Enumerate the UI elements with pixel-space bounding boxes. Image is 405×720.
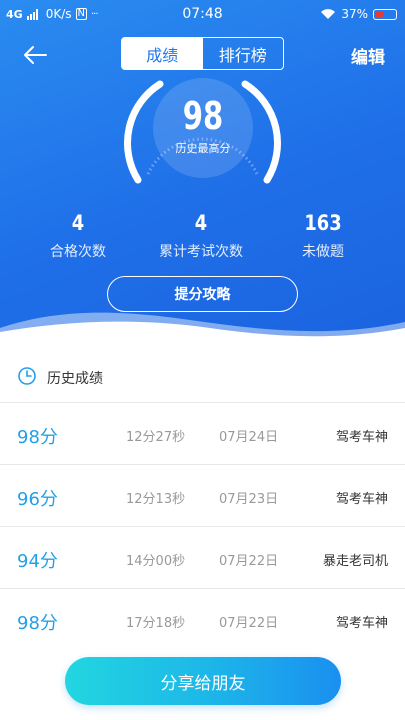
stat-undone-label: 未做题 xyxy=(302,244,344,260)
row-duration: 12分27秒 xyxy=(126,430,186,445)
status-bar: 4G 0K/s N ··· 07:48 37% xyxy=(0,0,405,30)
stat-total-exams-label: 累计考试次数 xyxy=(159,244,243,260)
row-date: 07月23日 xyxy=(219,492,279,507)
row-score: 94分 xyxy=(17,551,58,572)
wifi-icon xyxy=(321,9,336,19)
stat-passed-label: 合格次数 xyxy=(50,244,106,260)
tab-scores[interactable]: 成绩 xyxy=(122,38,203,69)
row-duration: 12分13秒 xyxy=(126,492,186,507)
row-title: 驾考车神 xyxy=(335,430,388,445)
clock-icon xyxy=(18,367,36,385)
battery-percent: 37% xyxy=(341,7,368,21)
row-date: 07月22日 xyxy=(219,554,279,569)
row-title: 暴走老司机 xyxy=(322,554,388,569)
row-score: 96分 xyxy=(17,489,58,510)
stat-total-exams: 4 累计考试次数 xyxy=(145,210,257,261)
row-date: 07月22日 xyxy=(219,616,279,631)
wave-divider xyxy=(0,312,405,345)
back-arrow-icon[interactable] xyxy=(20,40,50,70)
history-row[interactable]: 94分 14分00秒 07月22日 暴走老司机 xyxy=(0,526,405,588)
best-score: 98 xyxy=(182,94,224,138)
share-button[interactable]: 分享给朋友 xyxy=(65,657,341,705)
row-score: 98分 xyxy=(17,427,58,448)
row-date: 07月24日 xyxy=(219,430,279,445)
stat-total-exams-value: 4 xyxy=(194,211,208,235)
battery-icon xyxy=(373,8,397,20)
history-header: 历史成绩 xyxy=(0,352,405,402)
history-row[interactable]: 98分 17分18秒 07月22日 驾考车神 xyxy=(0,588,405,650)
nav-bar: 成绩 排行榜 编辑 xyxy=(0,36,405,72)
stat-undone: 163 未做题 xyxy=(285,210,361,261)
history-row[interactable]: 96分 12分13秒 07月23日 驾考车神 xyxy=(0,464,405,526)
row-score: 98分 xyxy=(17,613,58,634)
stat-passed: 4 合格次数 xyxy=(28,210,128,261)
edit-button[interactable]: 编辑 xyxy=(351,43,385,68)
tab-switcher: 成绩 排行榜 xyxy=(121,37,284,70)
stat-passed-value: 4 xyxy=(71,211,85,235)
row-title: 驾考车神 xyxy=(335,616,388,631)
row-title: 驾考车神 xyxy=(335,492,388,507)
row-duration: 17分18秒 xyxy=(126,616,186,631)
history-list: 98分 12分27秒 07月24日 驾考车神 96分 12分13秒 07月23日… xyxy=(0,402,405,650)
tab-leaderboard[interactable]: 排行榜 xyxy=(203,38,284,69)
history-title: 历史成绩 xyxy=(47,371,103,387)
status-right: 37% xyxy=(320,7,397,21)
history-row[interactable]: 98分 12分27秒 07月24日 驾考车神 xyxy=(0,402,405,464)
best-score-label: 历史最高分 xyxy=(175,142,231,155)
gauge-center: 98 历史最高分 xyxy=(153,78,253,178)
stat-undone-value: 163 xyxy=(304,211,342,235)
score-header: 4G 0K/s N ··· 07:48 37% 成绩 排行榜 编辑 98 历史最… xyxy=(0,0,405,345)
row-duration: 14分00秒 xyxy=(126,554,186,569)
